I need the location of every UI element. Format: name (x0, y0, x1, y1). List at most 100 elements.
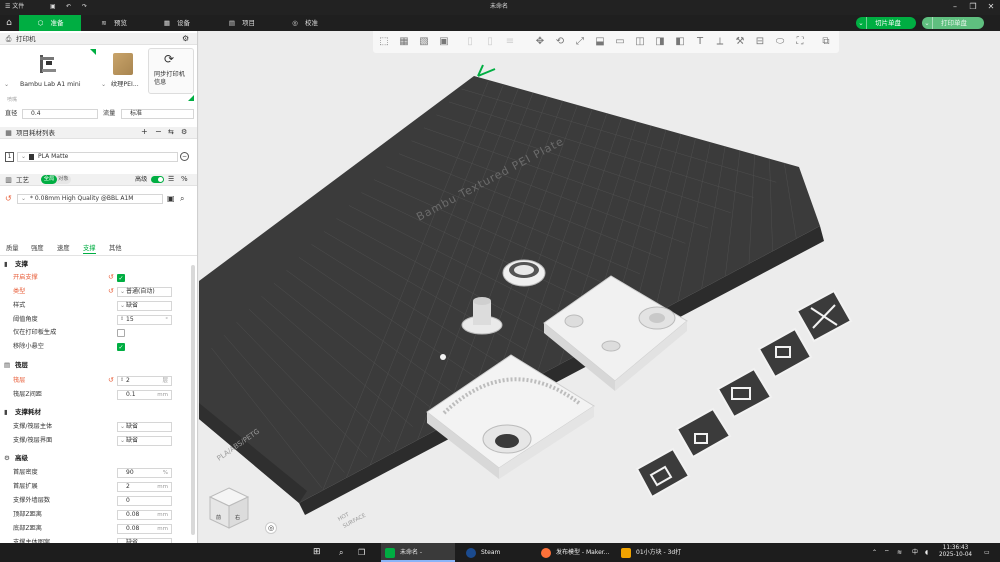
subtab-strength[interactable]: 强度 (31, 244, 44, 253)
advanced-row-input[interactable]: 0 (117, 496, 172, 506)
navigation-cube[interactable]: 前 右 (204, 483, 254, 533)
remove-icon[interactable]: − (155, 127, 162, 136)
split-icon[interactable]: ▣ (437, 35, 451, 49)
close-icon[interactable]: ✕ (984, 0, 998, 15)
global-object-toggle[interactable]: 全局 对象 (41, 175, 71, 184)
measure-icon[interactable]: ⟂ (713, 35, 727, 49)
grid-icon[interactable]: ▦ (397, 35, 411, 49)
tab-device[interactable]: ▦ 设备 (163, 15, 190, 31)
advanced-row-input[interactable]: 0.08 mm (117, 524, 172, 534)
flow-select[interactable]: 标准 (121, 109, 194, 119)
advanced-toggle[interactable] (151, 176, 164, 183)
tab-calibration[interactable]: ◎ 校准 (291, 15, 318, 31)
cut-icon[interactable]: ▭ (613, 35, 627, 49)
process-profile-select[interactable]: ⌄ * 0.08mm High Quality @BBL A1M (17, 194, 163, 204)
restore-icon[interactable]: ❐ (966, 0, 980, 15)
reset-icon[interactable]: ↺ (108, 376, 114, 385)
filament-select[interactable]: ⌄ PLA Matte (17, 152, 178, 162)
taskbar-bambu-studio[interactable]: 未命名 - BambuSt... (381, 543, 455, 562)
remove-filament-icon[interactable]: − (180, 152, 189, 161)
windows-start-icon[interactable]: ⊞ (313, 543, 321, 562)
clock[interactable]: 11:36:43 2025-10-04 (939, 545, 972, 559)
text-tool-icon[interactable]: T (693, 35, 707, 49)
wifi-icon[interactable]: ≋ (897, 543, 902, 562)
subtab-support[interactable]: 支撑 (83, 244, 96, 254)
filament-settings-icon[interactable]: ⚙ (181, 128, 187, 136)
scale-icon[interactable]: ⤢ (573, 35, 587, 49)
panel-scrollbar[interactable] (191, 265, 195, 535)
raft-z-gap-input[interactable]: 0.1 mm (117, 390, 172, 400)
orient-icon[interactable]: ▯ (463, 35, 477, 49)
advanced-row-input[interactable]: 90% (117, 468, 172, 478)
home-icon[interactable]: ⌂ (0, 15, 18, 31)
taskbar-steam[interactable]: Steam (462, 543, 532, 562)
minimize-icon[interactable]: – (948, 0, 962, 15)
global-tab[interactable]: 全局 (41, 175, 57, 184)
print-plate-button[interactable]: ⌄ 打印单盘 (922, 17, 984, 29)
sync-filament-icon[interactable]: ⇆ (168, 128, 174, 136)
zoom-to-fit-icon[interactable]: ◎ (265, 522, 277, 534)
printer-selector[interactable]: ⌄ Bambu Lab A1 mini (4, 49, 96, 95)
assembly-icon[interactable]: ⚒ (733, 35, 747, 49)
reset-icon[interactable]: ↺ (5, 194, 12, 203)
volume-icon[interactable]: ◖ (925, 543, 928, 562)
support-base-select[interactable]: ⌄ 缺省 (117, 422, 172, 432)
nozzle-diameter-select[interactable]: 0.4 (22, 109, 98, 119)
settings-gear-icon[interactable]: ⚙ (182, 34, 189, 43)
move-icon[interactable]: ✥ (533, 35, 547, 49)
subtab-speed[interactable]: 速度 (57, 244, 70, 253)
copy-icon[interactable]: ▯ (483, 35, 497, 49)
plate-selector[interactable]: ⌄ 纹理PEI... (101, 49, 145, 95)
add-model-icon[interactable]: ⬚ (377, 35, 391, 49)
view-options-icon[interactable]: ⧉ (819, 35, 833, 49)
advanced-row-input[interactable]: 2 mm (117, 482, 172, 492)
reset-icon[interactable]: ↺ (108, 273, 114, 282)
tab-preview[interactable]: ≋ 预览 (100, 15, 127, 31)
network-icon[interactable]: ⌔ (884, 543, 890, 562)
object-tab[interactable]: 对象 (58, 175, 69, 184)
tab-project[interactable]: ▤ 项目 (228, 15, 255, 31)
stepper-icon[interactable]: ⇕ (120, 376, 124, 384)
subtab-quality[interactable]: 质量 (6, 244, 19, 253)
layers-toolbar-icon[interactable]: ≡ (503, 35, 517, 49)
save-profile-icon[interactable]: ▣ (167, 194, 175, 204)
variable-layer-icon[interactable]: ⬭ (773, 35, 787, 49)
support-type-select[interactable]: ⌄ 普通(自动) (117, 287, 172, 297)
search-icon[interactable]: ⌕ (180, 194, 184, 204)
advanced-row-input[interactable]: 0.08 mm (117, 510, 172, 520)
reset-icon[interactable]: ↺ (108, 287, 114, 296)
percent-icon[interactable]: % (181, 175, 188, 183)
add-icon[interactable]: + (141, 127, 148, 136)
save-icon[interactable]: ▣ (50, 2, 56, 12)
threshold-angle-input[interactable]: ⇕ 15 ° (117, 315, 172, 325)
raft-layers-input[interactable]: ⇕ 2 层 (117, 376, 172, 386)
task-view-icon[interactable]: ❒ (358, 543, 365, 562)
subtab-others[interactable]: 其他 (109, 244, 122, 253)
notification-icon[interactable]: ▭ (984, 543, 990, 562)
fit-view-icon[interactable]: ⛶ (793, 35, 807, 49)
tab-prepare[interactable]: ⬡ 准备 (19, 15, 81, 31)
seam-paint-icon[interactable]: ◧ (673, 35, 687, 49)
buildplate-only-checkbox[interactable] (117, 329, 125, 337)
rotate-icon[interactable]: ⟲ (553, 35, 567, 49)
mesh-boolean-icon[interactable]: ◫ (633, 35, 647, 49)
support-interface-select[interactable]: ⌄ 缺省 (117, 436, 172, 446)
stepper-icon[interactable]: ⇕ (120, 315, 124, 323)
search-icon[interactable]: ⌕ (339, 543, 343, 562)
support-paint-icon[interactable]: ◨ (653, 35, 667, 49)
file-menu[interactable]: ☰ 文件 (5, 2, 24, 12)
enable-support-checkbox[interactable]: ✓ (117, 274, 125, 282)
3d-viewport[interactable]: Bambu Textured PEI Plate PLA/ABS/PETG HO… (199, 31, 1000, 543)
ime-indicator[interactable]: 中 (912, 543, 918, 562)
remove-small-overhang-checkbox[interactable]: ✓ (117, 343, 125, 351)
list-icon[interactable]: ☰ (168, 175, 174, 183)
tray-chevron-icon[interactable]: ⌃ (872, 543, 877, 562)
section-view-icon[interactable]: ⊟ (753, 35, 767, 49)
slice-plate-button[interactable]: ⌄ 切片单盘 (856, 17, 916, 29)
support-style-select[interactable]: ⌄ 缺省 (117, 301, 172, 311)
taskbar-firefox[interactable]: 发布模型 - Maker... (537, 543, 611, 562)
sync-printer-button[interactable]: ⟳ 同步打印机 信息 (148, 48, 194, 94)
taskbar-cad-app[interactable]: 01小方块 - 3d打印... (617, 543, 691, 562)
redo-icon[interactable]: ↷ (82, 2, 87, 12)
lay-on-face-icon[interactable]: ⬓ (593, 35, 607, 49)
